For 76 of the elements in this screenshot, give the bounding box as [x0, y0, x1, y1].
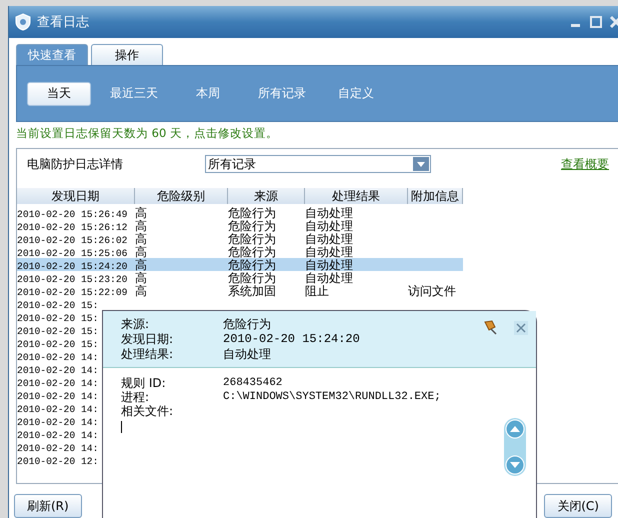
table-cell: 危险行为 — [228, 259, 276, 272]
column-header[interactable]: 发现日期 — [17, 188, 135, 204]
column-header[interactable]: 来源 — [228, 188, 305, 204]
table-cell: 2010-02-20 15: — [17, 299, 98, 312]
table-cell: 高 — [135, 259, 147, 272]
table-cell: 高 — [135, 272, 147, 286]
detail-label: 规则 ID: — [121, 376, 167, 390]
section-title: 电脑防护日志详情 — [27, 156, 124, 173]
table-cell: 自动处理 — [305, 207, 353, 220]
range-button[interactable]: 当天 — [27, 82, 91, 106]
table-cell: 2010-02-20 15: — [17, 312, 98, 326]
table-cell: 自动处理 — [305, 220, 353, 234]
table-row[interactable]: 2010-02-20 15:22:09 高 系统加固 阻止 访问文件 — [17, 284, 463, 298]
table-cell: 2010-02-20 15:26:49 — [17, 208, 128, 222]
table-cell: 高 — [135, 246, 147, 260]
detail-value: 2010-02-20 15:24:20 — [223, 332, 360, 346]
table-row[interactable]: 2010-02-20 15:23:20 高 危险行为 自动处理 — [17, 271, 463, 284]
close-icon[interactable] — [514, 321, 528, 335]
table-cell: 2010-02-20 15:22:09 — [17, 286, 128, 300]
table-cell: 自动处理 — [305, 233, 353, 246]
table-cell: 高 — [135, 285, 147, 298]
detail-value: 危险行为 — [223, 317, 271, 331]
text-cursor — [121, 421, 122, 433]
table-cell: 自动处理 — [305, 259, 353, 272]
tab[interactable]: 操作 — [91, 44, 163, 65]
summary-link[interactable]: 查看概要 — [561, 156, 609, 173]
column-header[interactable]: 处理结果 — [305, 188, 408, 204]
table-row[interactable]: 2010-02-20 15:25:06 高 危险行为 自动处理 — [17, 245, 463, 258]
table-row[interactable]: 2010-02-20 15:26:12 高 危险行为 自动处理 — [17, 219, 463, 232]
table-cell: 阻止 — [305, 285, 329, 298]
table-cell: 高 — [135, 207, 147, 220]
maximize-icon[interactable] — [589, 15, 603, 29]
close-button[interactable]: 关闭(C) — [544, 494, 612, 518]
table-cell: 高 — [135, 233, 147, 246]
table-cell: 2010-02-20 14: — [17, 442, 98, 456]
table-cell: 2010-02-20 15:26:12 — [17, 221, 128, 234]
table-cell: 2010-02-20 14: — [17, 416, 98, 430]
table-row[interactable]: 2010-02-20 15:26:49 高 危险行为 自动处理 — [17, 206, 463, 220]
table-cell: 危险行为 — [228, 233, 276, 246]
refresh-button[interactable]: 刷新(R) — [14, 494, 82, 518]
table-cell: 访问文件 — [408, 285, 456, 298]
table-cell: 2010-02-20 14: — [17, 429, 98, 442]
detail-value: C:\WINDOWS\SYSTEM32\RUNDLL32.EXE; — [223, 390, 441, 404]
retention-notice[interactable]: 当前设置日志保留天数为 60 天，点击修改设置。 — [9, 122, 618, 144]
detail-value: 268435462 — [223, 376, 282, 390]
table-row[interactable]: 2010-02-20 15: — [17, 297, 463, 310]
column-header[interactable]: 危险级别 — [135, 188, 228, 204]
table-cell: 系统加固 — [228, 285, 276, 298]
table-cell: 危险行为 — [228, 272, 276, 286]
scroll-down-icon[interactable] — [505, 455, 525, 475]
column-header[interactable]: 附加信息 — [408, 188, 463, 204]
table-cell: 危险行为 — [228, 246, 276, 260]
detail-label: 发现日期: — [121, 332, 174, 346]
detail-label: 处理结果: — [121, 347, 174, 361]
detail-label: 相关文件: — [121, 404, 174, 418]
detail-value: 自动处理 — [223, 347, 271, 361]
table-cell: 2010-02-20 15:26:02 — [17, 234, 128, 248]
detail-label: 来源: — [121, 317, 150, 331]
table-cell: 危险行为 — [228, 207, 276, 220]
table-row[interactable]: 2010-02-20 15:24:20 高 危险行为 自动处理 — [17, 258, 463, 272]
shield-icon — [15, 13, 31, 31]
table-row[interactable]: 2010-02-20 15:26:02 高 危险行为 自动处理 — [17, 232, 463, 246]
table-cell: 2010-02-20 15:24:20 — [17, 260, 128, 274]
table-cell: 2010-02-20 14: — [17, 364, 98, 378]
filter-dropdown[interactable]: 所有记录 — [205, 155, 431, 174]
table-cell: 2010-02-20 15:25:06 — [17, 247, 128, 260]
pin-icon[interactable] — [482, 319, 498, 335]
detail-label: 进程: — [121, 390, 150, 404]
table-cell: 2010-02-20 15:23:20 — [17, 273, 128, 286]
window-title: 查看日志 — [37, 14, 90, 31]
scroll-up-icon[interactable] — [505, 419, 525, 439]
table-cell: 2010-02-20 12: — [17, 455, 98, 468]
table-cell: 自动处理 — [305, 246, 353, 260]
table-cell: 危险行为 — [228, 220, 276, 234]
table-cell: 自动处理 — [305, 272, 353, 286]
table-cell: 高 — [135, 220, 147, 234]
